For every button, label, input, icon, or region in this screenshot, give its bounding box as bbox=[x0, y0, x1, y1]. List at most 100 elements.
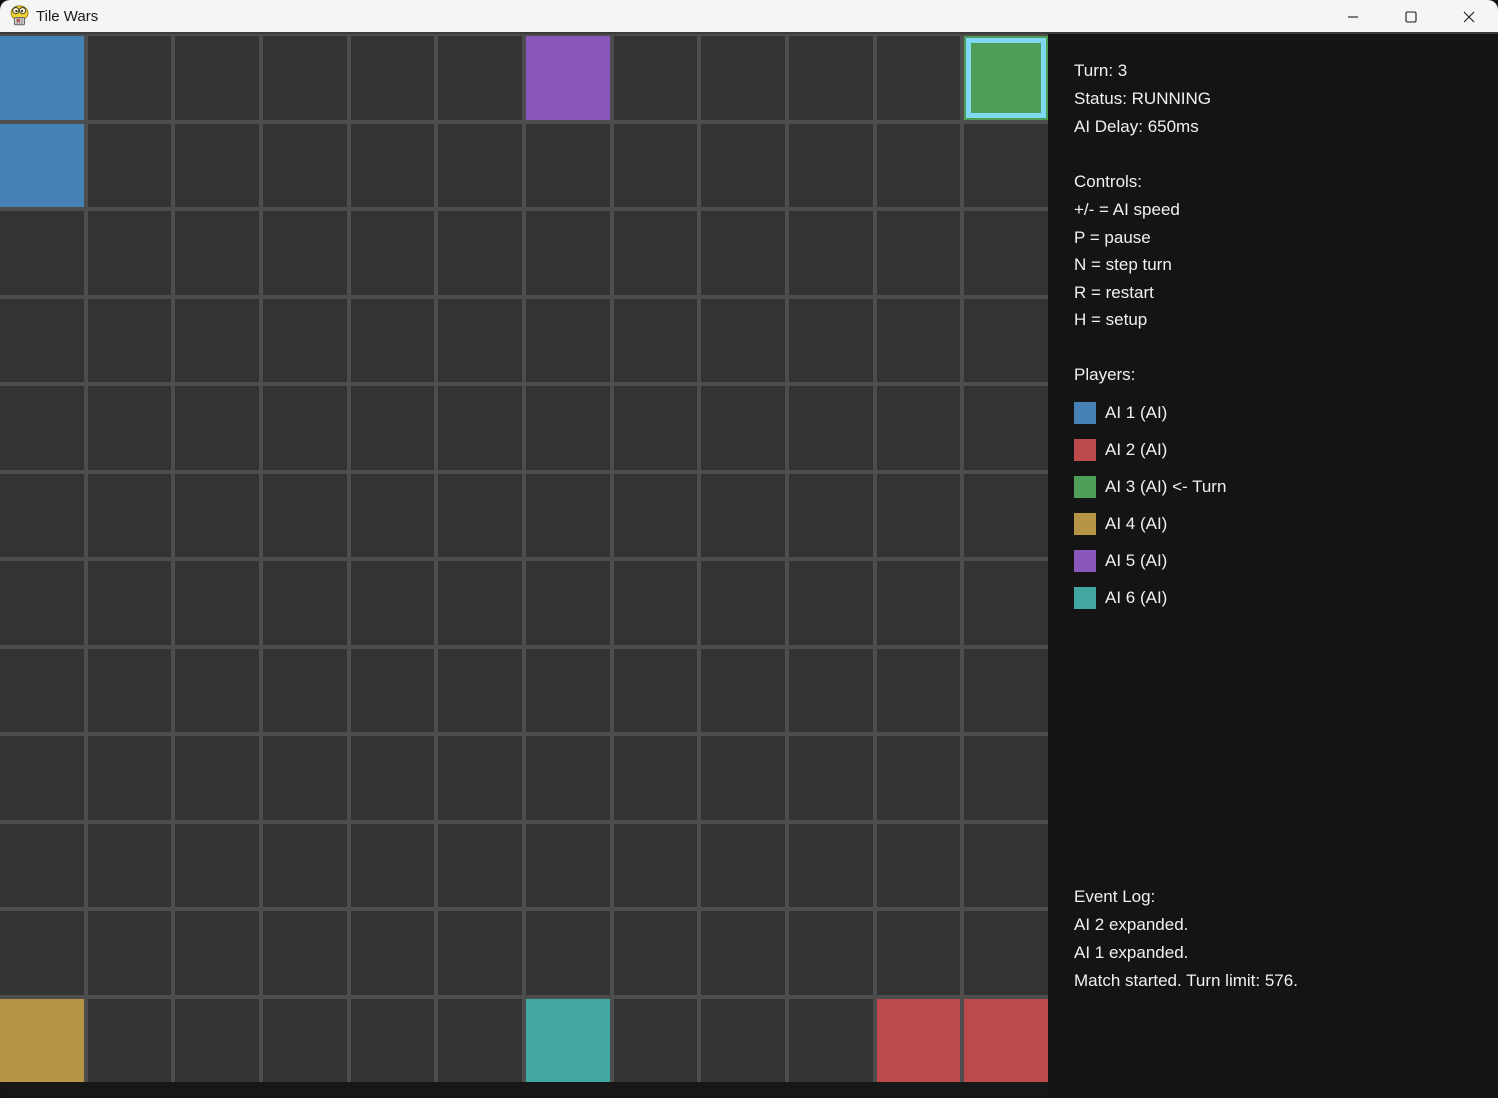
grid-tile[interactable] bbox=[438, 998, 522, 1082]
grid-tile[interactable] bbox=[350, 36, 435, 120]
grid-tile[interactable] bbox=[0, 473, 84, 557]
grid-tile[interactable] bbox=[701, 823, 785, 907]
grid-tile[interactable] bbox=[964, 911, 1048, 995]
grid-tile[interactable] bbox=[438, 386, 522, 470]
grid-tile[interactable] bbox=[701, 211, 785, 295]
grid-tile[interactable] bbox=[613, 298, 698, 382]
grid-tile[interactable] bbox=[788, 36, 873, 120]
grid-tile[interactable] bbox=[87, 911, 172, 995]
grid-tile[interactable] bbox=[0, 211, 84, 295]
grid-tile[interactable] bbox=[613, 648, 698, 732]
grid-tile[interactable] bbox=[438, 736, 522, 820]
grid-tile[interactable] bbox=[175, 911, 259, 995]
grid-tile[interactable] bbox=[87, 561, 172, 645]
grid-tile[interactable] bbox=[876, 298, 961, 382]
grid-tile-owned[interactable] bbox=[525, 36, 610, 120]
grid-tile[interactable] bbox=[438, 211, 522, 295]
grid-tile-owned[interactable] bbox=[964, 36, 1048, 120]
grid-tile[interactable] bbox=[964, 823, 1048, 907]
grid-tile[interactable] bbox=[87, 298, 172, 382]
grid-tile[interactable] bbox=[87, 473, 172, 557]
grid-tile-owned[interactable] bbox=[0, 123, 84, 207]
grid-tile[interactable] bbox=[262, 211, 347, 295]
grid-tile[interactable] bbox=[438, 123, 522, 207]
grid-tile[interactable] bbox=[350, 386, 435, 470]
grid-tile[interactable] bbox=[350, 823, 435, 907]
grid-tile[interactable] bbox=[175, 561, 259, 645]
grid-tile[interactable] bbox=[613, 36, 698, 120]
grid-tile[interactable] bbox=[788, 211, 873, 295]
grid-tile[interactable] bbox=[0, 911, 84, 995]
grid-tile[interactable] bbox=[701, 386, 785, 470]
grid-tile-owned[interactable] bbox=[525, 998, 610, 1082]
grid-tile[interactable] bbox=[438, 911, 522, 995]
grid-tile[interactable] bbox=[964, 123, 1048, 207]
grid-tile[interactable] bbox=[0, 823, 84, 907]
grid-tile[interactable] bbox=[876, 386, 961, 470]
grid-tile[interactable] bbox=[175, 648, 259, 732]
grid-tile[interactable] bbox=[876, 736, 961, 820]
grid-tile[interactable] bbox=[701, 736, 785, 820]
grid-tile[interactable] bbox=[175, 298, 259, 382]
grid-tile[interactable] bbox=[525, 561, 610, 645]
grid-tile[interactable] bbox=[0, 648, 84, 732]
grid-tile[interactable] bbox=[876, 561, 961, 645]
grid-tile[interactable] bbox=[525, 211, 610, 295]
grid-tile[interactable] bbox=[262, 911, 347, 995]
grid-tile[interactable] bbox=[87, 998, 172, 1082]
grid-tile[interactable] bbox=[964, 386, 1048, 470]
grid-tile[interactable] bbox=[438, 36, 522, 120]
grid-tile[interactable] bbox=[525, 473, 610, 557]
grid-tile[interactable] bbox=[262, 123, 347, 207]
grid-tile[interactable] bbox=[262, 648, 347, 732]
grid-tile-owned[interactable] bbox=[876, 998, 961, 1082]
grid-tile[interactable] bbox=[262, 561, 347, 645]
close-button[interactable] bbox=[1440, 0, 1498, 34]
grid-tile[interactable] bbox=[788, 386, 873, 470]
grid-tile[interactable] bbox=[175, 736, 259, 820]
grid-tile[interactable] bbox=[87, 823, 172, 907]
grid-tile[interactable] bbox=[87, 36, 172, 120]
grid-tile[interactable] bbox=[438, 298, 522, 382]
grid-tile[interactable] bbox=[87, 648, 172, 732]
grid-tile[interactable] bbox=[525, 386, 610, 470]
grid-tile[interactable] bbox=[701, 36, 785, 120]
grid-tile[interactable] bbox=[613, 736, 698, 820]
maximize-button[interactable] bbox=[1382, 0, 1440, 34]
grid-tile[interactable] bbox=[613, 561, 698, 645]
minimize-button[interactable] bbox=[1324, 0, 1382, 34]
grid-tile[interactable] bbox=[175, 473, 259, 557]
grid-tile[interactable] bbox=[350, 298, 435, 382]
grid-tile[interactable] bbox=[87, 736, 172, 820]
grid-tile-owned[interactable] bbox=[0, 36, 84, 120]
grid-tile[interactable] bbox=[788, 648, 873, 732]
grid-tile[interactable] bbox=[175, 823, 259, 907]
grid-tile-owned[interactable] bbox=[964, 998, 1048, 1082]
grid-tile[interactable] bbox=[438, 561, 522, 645]
grid-tile[interactable] bbox=[876, 123, 961, 207]
grid-tile[interactable] bbox=[964, 298, 1048, 382]
grid-tile[interactable] bbox=[788, 123, 873, 207]
grid-tile[interactable] bbox=[876, 473, 961, 557]
grid-tile[interactable] bbox=[964, 211, 1048, 295]
grid-tile[interactable] bbox=[350, 736, 435, 820]
grid-tile[interactable] bbox=[964, 561, 1048, 645]
grid-tile[interactable] bbox=[262, 823, 347, 907]
grid-tile[interactable] bbox=[613, 123, 698, 207]
grid-tile[interactable] bbox=[876, 36, 961, 120]
grid-tile-owned[interactable] bbox=[0, 998, 84, 1082]
grid-tile[interactable] bbox=[525, 736, 610, 820]
grid-tile[interactable] bbox=[964, 473, 1048, 557]
grid-tile[interactable] bbox=[175, 386, 259, 470]
grid-tile[interactable] bbox=[964, 736, 1048, 820]
grid-tile[interactable] bbox=[876, 648, 961, 732]
grid-tile[interactable] bbox=[701, 998, 785, 1082]
grid-tile[interactable] bbox=[788, 473, 873, 557]
grid-tile[interactable] bbox=[613, 998, 698, 1082]
grid-tile[interactable] bbox=[701, 473, 785, 557]
grid-tile[interactable] bbox=[701, 298, 785, 382]
grid-tile[interactable] bbox=[788, 561, 873, 645]
grid-tile[interactable] bbox=[788, 998, 873, 1082]
grid-tile[interactable] bbox=[613, 473, 698, 557]
grid-tile[interactable] bbox=[876, 823, 961, 907]
